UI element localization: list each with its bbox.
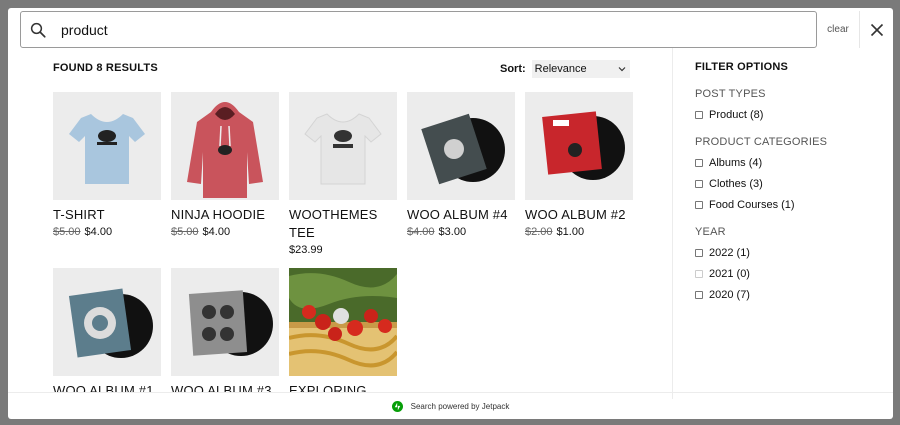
clear-button[interactable]: clear bbox=[817, 11, 859, 48]
product-card[interactable]: WOO ALBUM #4 $4.00 $3.00 bbox=[407, 92, 515, 238]
product-title[interactable]: NINJA HOODIE bbox=[171, 206, 279, 224]
search-bar bbox=[20, 11, 817, 48]
product-card[interactable]: WOO ALBUM #1 bbox=[53, 268, 161, 392]
product-title[interactable]: WOO ALBUM #4 bbox=[407, 206, 515, 224]
product-card[interactable]: EXPLORING bbox=[289, 268, 397, 392]
filter-option-product[interactable]: Product (8) bbox=[695, 109, 893, 121]
product-card[interactable]: WOOTHEMES TEE $23.99 bbox=[289, 92, 397, 256]
results-grid: T-SHIRT $5.00 $4.00 NINJA HOODIE $5.00 $4.… bbox=[53, 92, 643, 392]
checkbox[interactable] bbox=[695, 180, 703, 188]
product-image-album-4[interactable] bbox=[407, 92, 515, 200]
close-icon bbox=[870, 23, 883, 36]
product-card[interactable]: WOO ALBUM #2 $2.00 $1.00 bbox=[525, 92, 633, 238]
sort-label: Sort: bbox=[500, 63, 526, 75]
sort-select[interactable]: Relevance bbox=[531, 60, 630, 78]
filter-panel: FILTER OPTIONS POST TYPES Product (8) PR… bbox=[672, 48, 893, 399]
results-count: FOUND 8 RESULTS bbox=[53, 62, 158, 74]
sort-control: Sort: Relevance bbox=[500, 60, 630, 78]
footer: Search powered by Jetpack bbox=[8, 392, 893, 419]
checkbox[interactable] bbox=[695, 159, 703, 167]
jetpack-icon bbox=[391, 400, 403, 412]
search-icon bbox=[30, 22, 46, 38]
product-price: $5.00 $4.00 bbox=[171, 226, 231, 238]
product-title[interactable]: WOOTHEMES TEE bbox=[289, 206, 397, 242]
product-title[interactable]: WOO ALBUM #3 bbox=[171, 382, 279, 392]
filter-section-post-types: POST TYPES bbox=[695, 88, 766, 100]
product-image-tshirt[interactable] bbox=[53, 92, 161, 200]
filter-section-year: YEAR bbox=[695, 226, 726, 238]
search-input[interactable] bbox=[61, 17, 801, 43]
filter-section-categories: PRODUCT CATEGORIES bbox=[695, 136, 828, 148]
product-card[interactable]: T-SHIRT $5.00 $4.00 bbox=[53, 92, 161, 238]
filter-option-2020[interactable]: 2020 (7) bbox=[695, 289, 893, 301]
filter-option-2022[interactable]: 2022 (1) bbox=[695, 247, 893, 259]
product-title[interactable]: WOO ALBUM #2 bbox=[525, 206, 633, 224]
product-title[interactable]: T-SHIRT bbox=[53, 206, 161, 224]
product-card[interactable]: NINJA HOODIE $5.00 $4.00 bbox=[171, 92, 279, 238]
product-image-album-1[interactable] bbox=[53, 268, 161, 376]
filter-option-2021[interactable]: 2021 (0) bbox=[695, 268, 893, 280]
footer-text[interactable]: Search powered by Jetpack bbox=[411, 402, 510, 411]
product-image-album-2[interactable] bbox=[525, 92, 633, 200]
checkbox[interactable] bbox=[695, 111, 703, 119]
product-price: $5.00 $4.00 bbox=[53, 226, 113, 238]
product-image-album-3[interactable] bbox=[171, 268, 279, 376]
filter-title: FILTER OPTIONS bbox=[695, 61, 789, 73]
product-price: $23.99 bbox=[289, 244, 323, 256]
filter-option-albums[interactable]: Albums (4) bbox=[695, 157, 893, 169]
checkbox[interactable] bbox=[695, 249, 703, 257]
product-card[interactable]: WOO ALBUM #3 bbox=[171, 268, 279, 392]
product-price: $2.00 $1.00 bbox=[525, 226, 585, 238]
product-image-hoodie[interactable] bbox=[171, 92, 279, 200]
product-image-food[interactable] bbox=[289, 268, 397, 376]
checkbox[interactable] bbox=[695, 201, 703, 209]
product-title[interactable]: EXPLORING bbox=[289, 382, 397, 392]
close-button[interactable] bbox=[859, 11, 893, 48]
search-overlay: clear FOUND 8 RESULTS Sort: Relevance T-… bbox=[8, 8, 893, 419]
chevron-down-icon bbox=[618, 67, 626, 72]
filter-option-food-courses[interactable]: Food Courses (1) bbox=[695, 199, 893, 211]
checkbox[interactable] bbox=[695, 270, 703, 278]
filter-option-clothes[interactable]: Clothes (3) bbox=[695, 178, 893, 190]
sort-value: Relevance bbox=[534, 63, 587, 75]
product-title[interactable]: WOO ALBUM #1 bbox=[53, 382, 161, 392]
product-price: $4.00 $3.00 bbox=[407, 226, 467, 238]
checkbox[interactable] bbox=[695, 291, 703, 299]
product-image-woothemes-tee[interactable] bbox=[289, 92, 397, 200]
